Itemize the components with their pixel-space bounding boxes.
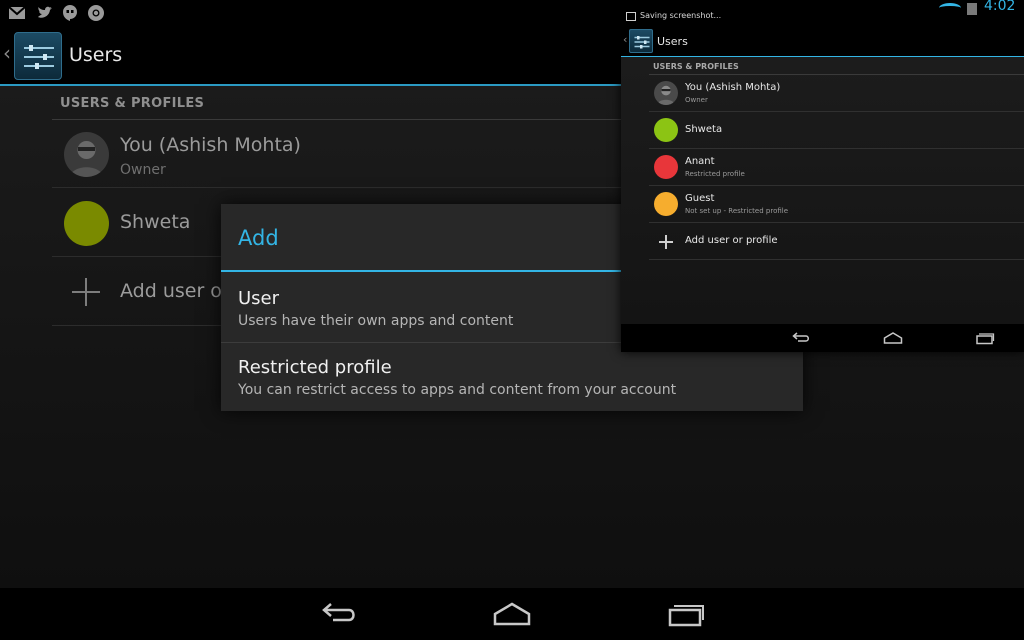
user-name: Guest — [685, 193, 715, 204]
option-description: You can restrict access to apps and cont… — [238, 382, 677, 398]
twitter-icon — [38, 6, 52, 18]
user-avatar-color — [654, 118, 678, 142]
chrome-icon — [88, 5, 104, 21]
user-role: Not set up - Restricted profile — [685, 207, 789, 215]
home-nav-icon[interactable] — [492, 600, 532, 628]
user-avatar-photo — [654, 81, 678, 105]
back-caret-icon: ‹ — [623, 33, 628, 46]
user-avatar-color — [64, 201, 109, 246]
preview-user-row-owner: You (Ashish Mohta) Owner — [649, 75, 1024, 112]
user-name: Anant — [685, 156, 715, 167]
wifi-icon — [939, 3, 961, 13]
user-name: You (Ashish Mohta) — [685, 82, 781, 93]
user-role: Restricted profile — [685, 170, 745, 178]
back-caret-icon[interactable]: ‹ — [3, 43, 11, 63]
settings-app-icon[interactable] — [14, 32, 62, 80]
user-avatar-color — [654, 155, 678, 179]
preview-user-row-shweta: Shweta — [649, 112, 1024, 149]
user-name: Shweta — [685, 124, 723, 135]
preview-page-title: Users — [657, 35, 688, 48]
add-restricted-profile-option[interactable]: Restricted profile You can restrict acce… — [221, 343, 803, 411]
preview-section-header: USERS & PROFILES — [653, 62, 739, 71]
back-nav-icon — [792, 332, 809, 342]
preview-user-row-anant: Anant Restricted profile — [649, 149, 1024, 186]
gmail-icon — [8, 6, 26, 19]
user-name: Shweta — [120, 211, 191, 233]
user-role: Owner — [685, 96, 708, 104]
plus-icon — [659, 235, 673, 249]
option-description: Users have their own apps and content — [238, 313, 514, 329]
preview-status-bar: Saving screenshot... 4:02 — [621, 0, 1024, 28]
user-avatar-photo — [64, 132, 109, 177]
back-nav-icon[interactable] — [319, 600, 359, 628]
recent-apps-nav-icon[interactable] — [666, 600, 706, 628]
plus-icon — [72, 278, 100, 306]
option-title: Restricted profile — [238, 357, 392, 378]
screenshot-preview: Saving screenshot... 4:02 ‹ Users USERS … — [621, 0, 1024, 352]
navigation-bar — [0, 588, 1024, 640]
notification-text: Saving screenshot... — [640, 11, 722, 20]
section-header: USERS & PROFILES — [60, 96, 205, 111]
preview-user-row-guest: Guest Not set up - Restricted profile — [649, 186, 1024, 223]
add-user-label: Add user or — [120, 280, 230, 302]
user-name: You (Ashish Mohta) — [120, 134, 301, 156]
option-title: User — [238, 288, 280, 309]
image-icon — [626, 12, 636, 21]
recent-apps-nav-icon — [976, 333, 995, 345]
settings-app-icon — [629, 29, 653, 53]
preview-users-list: USERS & PROFILES You (Ashish Mohta) Owne… — [621, 57, 1024, 324]
page-title: Users — [69, 44, 123, 66]
preview-add-user-row: Add user or profile — [649, 223, 1024, 260]
battery-icon — [967, 3, 977, 15]
add-user-label: Add user or profile — [685, 235, 778, 246]
dialog-title: Add — [238, 226, 279, 250]
clock: 4:02 — [984, 0, 1016, 14]
user-avatar-color — [654, 192, 678, 216]
preview-action-bar: ‹ Users — [621, 28, 1024, 56]
preview-navigation-bar — [621, 324, 1024, 352]
home-nav-icon — [883, 332, 903, 344]
user-role: Owner — [120, 162, 166, 178]
hangouts-icon — [63, 5, 77, 21]
